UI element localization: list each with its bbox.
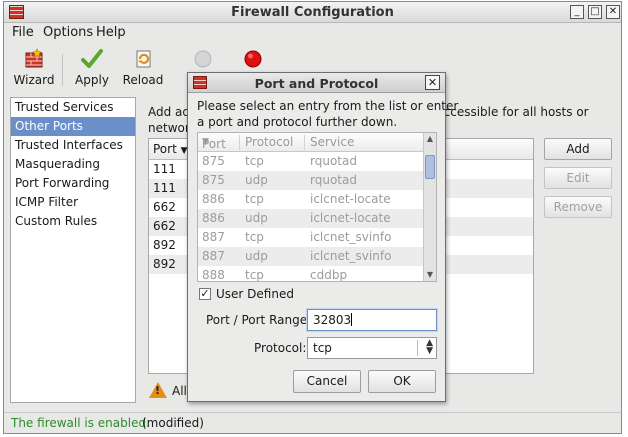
row-port: 887 xyxy=(202,230,225,244)
maximize-button[interactable]: □ xyxy=(588,5,602,19)
list-item[interactable]: 887 udp iclcnet_svinfo xyxy=(198,247,436,266)
service-list-header: Port ▼ Protocol Service xyxy=(198,133,436,152)
port-range-input[interactable]: 32803 xyxy=(307,309,437,331)
row-service: iclcnet_svinfo xyxy=(310,249,392,263)
row-service: rquotad xyxy=(310,154,357,168)
updown-arrows-icon: ▲ ▼ xyxy=(426,338,433,356)
sidebar-item-other-ports[interactable]: Other Ports xyxy=(11,117,135,136)
title-bar: Firewall Configuration _ □ ✕ xyxy=(4,2,621,23)
dialog-description: Please select an entry from the list or … xyxy=(197,98,458,130)
minimize-button[interactable]: _ xyxy=(570,5,584,19)
column-separator xyxy=(239,135,240,150)
row-protocol: udp xyxy=(245,211,268,225)
reload-label: Reload xyxy=(122,73,164,87)
warning-mark: ! xyxy=(155,384,161,397)
sidebar: Trusted Services Other Ports Trusted Int… xyxy=(10,97,136,403)
enable-button[interactable] xyxy=(192,48,214,73)
row-port: 886 xyxy=(202,211,225,225)
checkmark-icon xyxy=(81,48,103,70)
row-protocol: tcp xyxy=(245,192,264,206)
row-protocol: tcp xyxy=(245,154,264,168)
disable-button[interactable] xyxy=(242,48,264,73)
row-port: 887 xyxy=(202,249,225,263)
row-service: iclcnet_svinfo xyxy=(310,230,392,244)
scroll-down-icon[interactable]: ▼ xyxy=(424,269,436,281)
close-window-button[interactable]: ✕ xyxy=(606,5,620,19)
wizard-button[interactable]: Wizard xyxy=(12,48,56,87)
firewall-status: The firewall is enabled. xyxy=(11,416,150,430)
dialog-description-line2: a port and protocol further down. xyxy=(197,115,398,129)
user-defined-label[interactable]: User Defined xyxy=(216,287,294,301)
dialog-title-bar: Port and Protocol ✕ xyxy=(188,73,445,93)
text-caret xyxy=(351,313,353,326)
scrollbar-thumb[interactable] xyxy=(425,155,435,179)
list-item[interactable]: 875 tcp rquotad xyxy=(198,152,436,171)
dialog-close-button[interactable]: ✕ xyxy=(425,75,440,90)
wizard-label: Wizard xyxy=(13,73,55,87)
menu-bar: File Options Help xyxy=(4,23,621,43)
menu-file[interactable]: File xyxy=(12,25,34,40)
sidebar-item-trusted-services[interactable]: Trusted Services xyxy=(11,98,135,117)
disabled-circle-icon xyxy=(192,48,214,70)
row-service: cddbp xyxy=(310,268,348,282)
sidebar-item-masquerading[interactable]: Masquerading xyxy=(11,155,135,174)
protocol-select[interactable]: tcp ▲ ▼ xyxy=(307,337,437,359)
add-button[interactable]: Add xyxy=(544,138,612,160)
modified-indicator: (modified) xyxy=(142,416,204,430)
row-protocol: udp xyxy=(245,249,268,263)
cancel-button[interactable]: Cancel xyxy=(293,370,361,393)
list-scrollbar[interactable]: ▲ ▼ xyxy=(423,133,436,281)
red-circle-icon xyxy=(242,48,264,70)
user-defined-checkbox[interactable]: ✓ xyxy=(199,288,211,300)
column-separator xyxy=(304,135,305,150)
list-item[interactable]: 888 tcp cddbp xyxy=(198,266,436,282)
scroll-up-icon[interactable]: ▲ xyxy=(424,133,436,145)
sidebar-item-custom-rules[interactable]: Custom Rules xyxy=(11,212,135,231)
remove-button[interactable]: Remove xyxy=(544,196,612,218)
row-service: iclcnet-locate xyxy=(310,211,391,225)
row-port: 886 xyxy=(202,192,225,206)
row-port: 875 xyxy=(202,173,225,187)
row-port: 875 xyxy=(202,154,225,168)
service-column-header[interactable]: Service xyxy=(310,135,354,149)
port-protocol-dialog: Port and Protocol ✕ Please select an ent… xyxy=(187,72,458,402)
port-range-label: Port / Port Range: xyxy=(206,313,312,327)
menu-help[interactable]: Help xyxy=(96,25,126,40)
sidebar-item-port-forwarding[interactable]: Port Forwarding xyxy=(11,174,135,193)
row-protocol: udp xyxy=(245,173,268,187)
protocol-value: tcp xyxy=(313,341,332,355)
list-item[interactable]: 875 udp rquotad xyxy=(198,171,436,190)
row-service: rquotad xyxy=(310,173,357,187)
wizard-icon xyxy=(23,48,45,70)
row-port: 888 xyxy=(202,268,225,282)
apply-label: Apply xyxy=(75,73,109,87)
menu-options[interactable]: Options xyxy=(43,25,93,40)
description-line1-right: ccessible for all hosts or xyxy=(443,105,589,119)
select-separator xyxy=(417,340,418,356)
status-bar: The firewall is enabled. (modified) xyxy=(4,412,621,433)
protocol-column-header[interactable]: Protocol xyxy=(245,135,293,149)
dialog-title: Port and Protocol xyxy=(254,76,379,91)
port-column-header[interactable]: Port ▼ xyxy=(153,142,188,156)
reload-icon xyxy=(132,48,154,70)
sidebar-item-icmp-filter[interactable]: ICMP Filter xyxy=(11,193,135,212)
window-title: Firewall Configuration xyxy=(231,5,394,20)
list-item[interactable]: 886 udp iclcnet-locate xyxy=(198,209,436,228)
toolbar-separator xyxy=(62,54,63,86)
sidebar-item-trusted-interfaces[interactable]: Trusted Interfaces xyxy=(11,136,135,155)
list-item[interactable]: 887 tcp iclcnet_svinfo xyxy=(198,228,436,247)
list-item[interactable]: 886 tcp iclcnet-locate xyxy=(198,190,436,209)
port-range-value: 32803 xyxy=(313,313,352,327)
row-protocol: tcp xyxy=(245,268,264,282)
edit-button[interactable]: Edit xyxy=(544,167,612,189)
apply-button[interactable]: Apply xyxy=(74,48,110,87)
row-service: iclcnet-locate xyxy=(310,192,391,206)
dialog-description-line1: Please select an entry from the list or … xyxy=(197,99,459,113)
reload-button[interactable]: Reload xyxy=(122,48,164,87)
service-list[interactable]: Port ▼ Protocol Service 875 tcp rquotad … xyxy=(197,132,437,282)
ok-button[interactable]: OK xyxy=(368,370,436,393)
row-protocol: tcp xyxy=(245,230,264,244)
protocol-label: Protocol: xyxy=(254,341,307,355)
